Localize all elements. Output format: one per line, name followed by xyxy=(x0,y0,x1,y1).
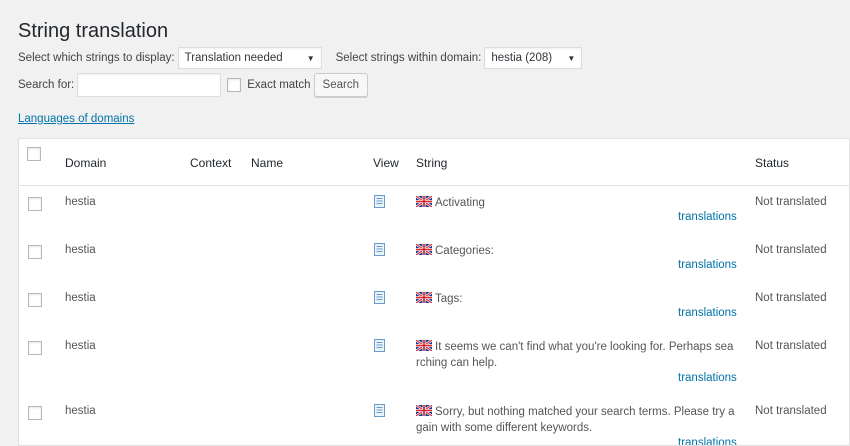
row-string-text: Categories: xyxy=(435,245,494,257)
translations-link[interactable]: translations xyxy=(678,437,737,445)
column-view: View xyxy=(373,156,399,170)
display-filter-row: Select which strings to display: Transla… xyxy=(18,46,583,70)
translations-link[interactable]: translations xyxy=(678,307,737,319)
domain-filter-value: hestia (208) xyxy=(491,52,553,64)
row-checkbox[interactable] xyxy=(28,197,42,211)
exact-match-checkbox[interactable] xyxy=(227,78,242,92)
row-checkbox[interactable] xyxy=(28,293,42,307)
document-icon[interactable] xyxy=(374,339,385,352)
exact-match-label: Exact match xyxy=(247,79,311,91)
translations-link[interactable]: translations xyxy=(678,211,737,223)
document-icon[interactable] xyxy=(374,195,385,208)
row-status: Not translated xyxy=(755,405,827,417)
row-string: Categories: xyxy=(416,243,740,259)
column-name[interactable]: Name xyxy=(251,156,283,170)
display-filter-select[interactable]: Translation needed ▼ xyxy=(177,47,322,69)
uk-flag-icon xyxy=(416,405,432,416)
row-status: Not translated xyxy=(755,196,827,208)
display-filter-value: Translation needed xyxy=(184,52,283,64)
row-string: It seems we can't find what you're looki… xyxy=(416,339,740,371)
row-status: Not translated xyxy=(755,340,827,352)
exact-match-toggle[interactable]: Exact match xyxy=(227,78,311,92)
row-domain: hestia xyxy=(65,405,96,417)
languages-of-domains-link[interactable]: Languages of domains xyxy=(18,113,134,125)
search-button[interactable]: Search xyxy=(313,73,368,97)
table-header: Domain Context Name View String Status xyxy=(19,139,849,186)
chevron-down-icon: ▼ xyxy=(306,53,315,63)
row-checkbox[interactable] xyxy=(28,245,42,259)
uk-flag-icon xyxy=(416,292,432,303)
column-status[interactable]: Status xyxy=(755,156,789,170)
translations-link[interactable]: translations xyxy=(678,259,737,271)
row-status: Not translated xyxy=(755,292,827,304)
row-string-text: It seems we can't find what you're looki… xyxy=(435,341,734,353)
uk-flag-icon xyxy=(416,340,432,351)
row-domain: hestia xyxy=(65,340,96,352)
row-domain: hestia xyxy=(65,292,96,304)
row-string: Tags: xyxy=(416,291,740,307)
chevron-down-icon: ▼ xyxy=(567,53,576,63)
uk-flag-icon xyxy=(416,196,432,207)
page-title: String translation xyxy=(18,20,169,43)
row-domain: hestia xyxy=(65,244,96,256)
search-input[interactable] xyxy=(77,73,222,97)
display-filter-label: Select which strings to display: xyxy=(18,52,175,64)
column-domain[interactable]: Domain xyxy=(65,156,106,170)
domain-filter-select[interactable]: hestia (208) ▼ xyxy=(484,47,583,69)
document-icon[interactable] xyxy=(374,243,385,256)
row-domain: hestia xyxy=(65,196,96,208)
document-icon[interactable] xyxy=(374,404,385,417)
row-status: Not translated xyxy=(755,244,827,256)
select-all-checkbox[interactable] xyxy=(27,147,41,161)
row-checkbox[interactable] xyxy=(28,341,42,355)
row-string-text: Activating xyxy=(435,197,485,209)
row-string-text-cont: gain with some different keywords. xyxy=(416,422,593,434)
document-icon[interactable] xyxy=(374,291,385,304)
row-checkbox[interactable] xyxy=(28,406,42,420)
row-string: Activating xyxy=(416,195,740,211)
uk-flag-icon xyxy=(416,244,432,255)
column-string[interactable]: String xyxy=(416,156,447,170)
translations-link[interactable]: translations xyxy=(678,372,737,384)
domain-filter-label: Select strings within domain: xyxy=(335,52,482,64)
column-context[interactable]: Context xyxy=(190,156,231,170)
row-string-text: Tags: xyxy=(435,293,463,305)
strings-table: Domain Context Name View String Status h… xyxy=(18,138,850,446)
row-string-text: Sorry, but nothing matched your search t… xyxy=(435,406,735,418)
search-label: Search for: xyxy=(18,79,75,91)
row-string-text-cont: rching can help. xyxy=(416,357,498,369)
search-row: Search for: Exact match Search xyxy=(18,73,368,97)
row-string: Sorry, but nothing matched your search t… xyxy=(416,404,740,436)
